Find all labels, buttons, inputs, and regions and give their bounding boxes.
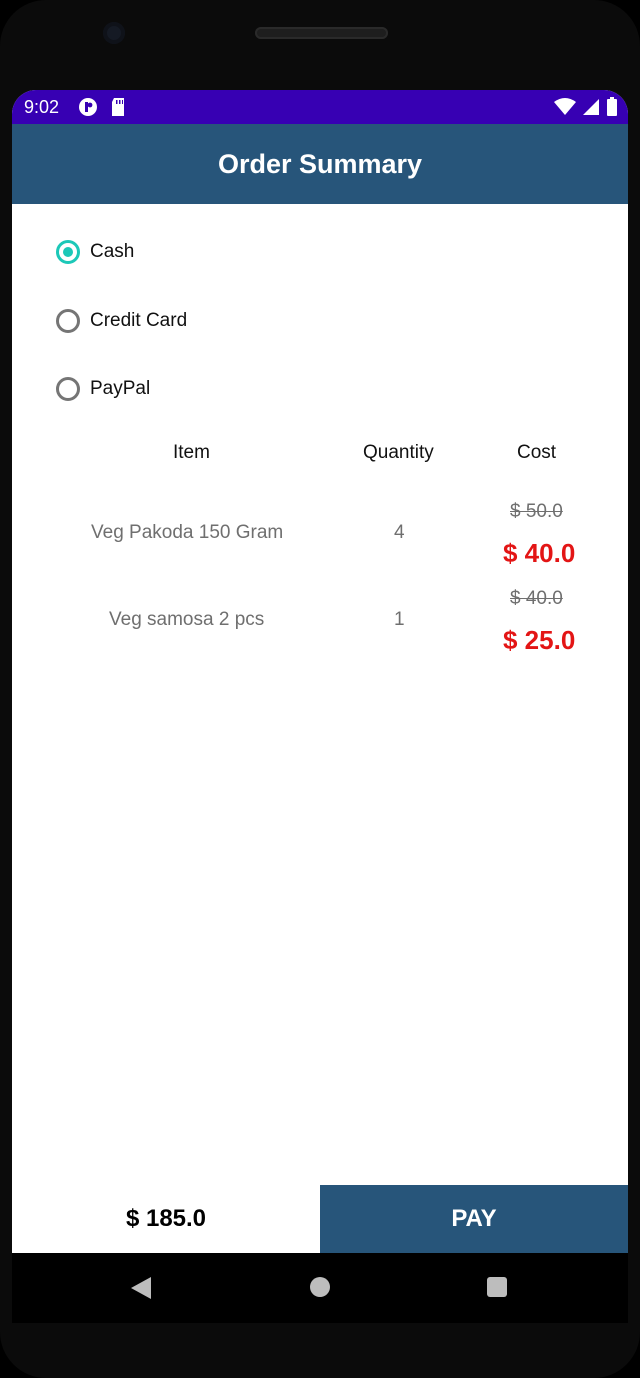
back-icon[interactable] [130, 1276, 152, 1305]
app-bar: Order Summary [12, 124, 628, 204]
discounted-price: $ 25.0 [503, 625, 576, 655]
app-screen: 9:02 Order Summary Cash Credit Card PayP… [12, 90, 628, 1253]
sd-card-icon [110, 97, 126, 122]
column-header-cost: Cost [517, 442, 557, 463]
phone-frame: 9:02 Order Summary Cash Credit Card PayP… [0, 0, 640, 1378]
recent-apps-icon[interactable] [487, 1277, 507, 1297]
payment-option-credit-card[interactable]: Credit Card [56, 301, 356, 341]
cell-signal-icon [582, 98, 600, 121]
column-header-item: Item [173, 442, 210, 463]
home-icon[interactable] [310, 1277, 330, 1297]
earpiece-speaker [255, 27, 388, 39]
radio-unchecked-icon[interactable] [56, 377, 80, 401]
radio-unchecked-icon[interactable] [56, 309, 80, 333]
app-notification-icon [78, 97, 98, 122]
front-camera [103, 22, 125, 44]
order-item-quantity: 1 [394, 609, 405, 630]
order-item-quantity: 4 [394, 522, 405, 543]
payment-option-cash[interactable]: Cash [56, 232, 356, 272]
column-header-quantity: Quantity [363, 442, 434, 463]
order-item-name: Veg Pakoda 150 Gram [91, 522, 284, 543]
original-price: $ 50.0 [510, 501, 563, 522]
original-price: $ 40.0 [510, 588, 563, 609]
status-time: 9:02 [24, 97, 60, 117]
wifi-icon [554, 98, 576, 121]
status-left-icons [78, 97, 126, 122]
page-title: Order Summary [217, 148, 423, 179]
system-nav-bar [12, 1253, 628, 1323]
status-bar: 9:02 [12, 90, 628, 124]
battery-icon [606, 97, 618, 122]
status-right-icons [554, 97, 618, 122]
checkout-bar: $ 185.0 PAY [12, 1185, 628, 1253]
pay-button[interactable]: PAY [320, 1185, 628, 1253]
order-item-name: Veg samosa 2 pcs [109, 609, 265, 630]
order-total: $ 185.0 [12, 1185, 320, 1253]
payment-option-paypal[interactable]: PayPal [56, 369, 356, 409]
radio-checked-icon[interactable] [56, 240, 80, 264]
payment-option-label: Cash [90, 241, 135, 262]
order-table-header: Item Quantity Cost [12, 440, 628, 470]
payment-option-label: Credit Card [90, 310, 188, 331]
payment-option-label: PayPal [90, 378, 151, 399]
discounted-price: $ 40.0 [503, 538, 576, 568]
